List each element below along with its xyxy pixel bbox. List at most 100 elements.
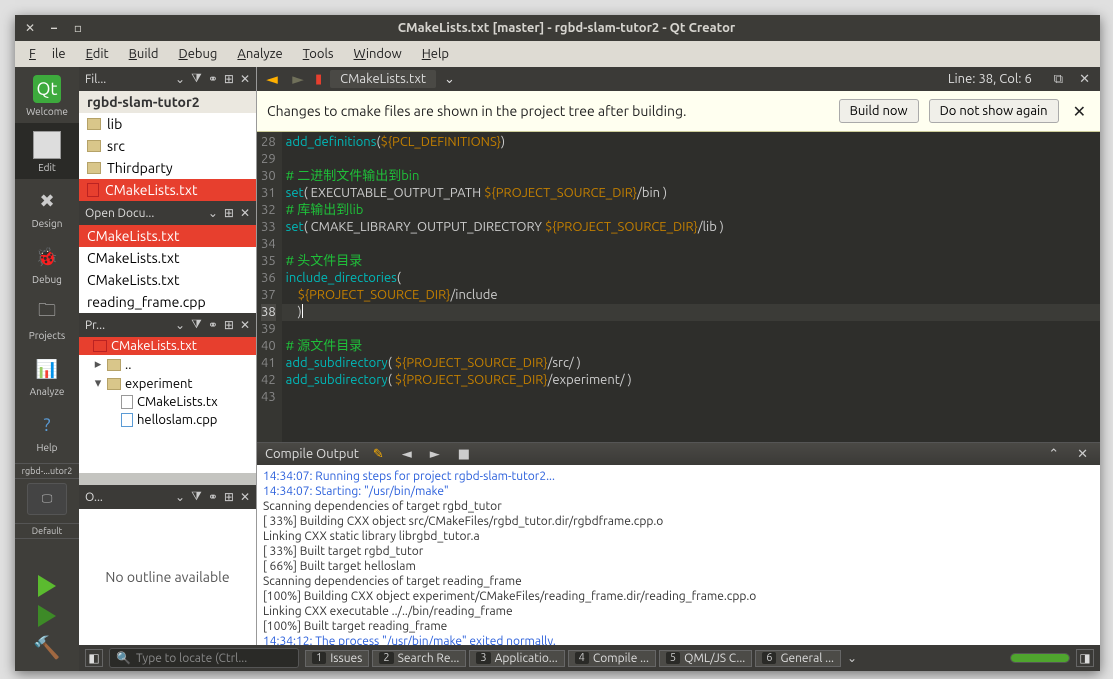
close-icon[interactable]: ✕ [240, 72, 250, 86]
proj-up[interactable]: ▸.. [79, 355, 256, 374]
kit-selector[interactable]: 🖵 [27, 483, 67, 515]
proj-cmakelists[interactable]: CMakeLists.tx [79, 393, 256, 411]
cmake-icon [93, 340, 107, 352]
collapse-icon[interactable]: ▾ [93, 376, 103, 391]
mode-debug[interactable]: 🐞Debug [15, 235, 79, 291]
projects-header: Pr... ⌄ ⧩ ⚭ ⊞ ✕ [79, 313, 256, 337]
debug-run-button[interactable] [38, 605, 56, 627]
chevron-down-icon[interactable]: ⌄ [444, 72, 455, 87]
output-tab-4[interactable]: 4Compile ... [568, 650, 656, 667]
hide-info-button[interactable]: Do not show again [929, 99, 1059, 123]
build-now-button[interactable]: Build now [839, 99, 919, 123]
link-icon[interactable]: ⚭ [208, 318, 218, 332]
close-icon[interactable]: ✕ [240, 318, 250, 332]
compile-output[interactable]: 14:34:07: Running steps for project rgbd… [257, 465, 1100, 645]
maximize-icon[interactable]: ▫ [71, 21, 85, 35]
chevron-down-icon[interactable]: ⌄ [175, 318, 185, 332]
filter-icon[interactable]: ⧩ [191, 72, 202, 86]
output-tab-1[interactable]: 1Issues [305, 650, 369, 667]
bottom-bar: ◧ 🔍 Type to locate (Ctrl... 1Issues2Sear… [79, 645, 1100, 671]
kit-project[interactable]: rgbd-...utor2 [15, 463, 79, 479]
mode-help[interactable]: ?Help [15, 403, 79, 459]
close-icon[interactable]: ✕ [23, 21, 37, 35]
next-icon[interactable]: ► [426, 447, 444, 462]
proj-root[interactable]: CMakeLists.txt [79, 337, 256, 355]
menu-analyze[interactable]: Analyze [229, 44, 290, 64]
close-editor-icon[interactable]: ✕ [1075, 72, 1094, 87]
close-info-icon[interactable]: ✕ [1069, 102, 1090, 121]
filter-icon[interactable]: ⧩ [191, 318, 202, 332]
file-dropdown[interactable]: CMakeLists.txt [330, 70, 436, 88]
file-cmakelists[interactable]: CMakeLists.txt [79, 179, 256, 201]
split-icon[interactable]: ⧉ [1050, 72, 1067, 87]
close-output-icon[interactable]: ✕ [1073, 447, 1092, 462]
proj-helloslam[interactable]: helloslam.cpp [79, 411, 256, 429]
menu-build[interactable]: Build [121, 44, 167, 64]
menu-file[interactable]: File [21, 44, 74, 64]
locator-input[interactable]: 🔍 Type to locate (Ctrl... [109, 648, 299, 668]
nav-fwd-icon[interactable]: ► [289, 70, 307, 88]
folder-icon [87, 118, 101, 130]
split-icon[interactable]: ⊞ [224, 490, 234, 504]
mode-analyze[interactable]: 📊Analyze [15, 347, 79, 403]
chevron-down-icon[interactable]: ⌄ [847, 651, 857, 665]
mode-projects[interactable]: 🗀Projects [15, 291, 79, 347]
build-button[interactable]: 🔨 [33, 635, 60, 661]
link-icon[interactable]: ⚭ [208, 72, 218, 86]
info-message: Changes to cmake files are shown in the … [267, 103, 829, 119]
output-tab-5[interactable]: 5QML/JS C... [659, 650, 752, 667]
prev-icon[interactable]: ◄ [398, 447, 416, 462]
nav-back-icon[interactable]: ◄ [263, 70, 281, 88]
sidebar-right-toggle-icon[interactable]: ◨ [1076, 649, 1094, 667]
chevron-down-icon[interactable]: ⌄ [175, 490, 185, 504]
scrollbar[interactable] [79, 473, 256, 485]
chevron-down-icon[interactable]: ⌄ [175, 72, 185, 86]
expand-icon[interactable]: ⌃ [1044, 447, 1063, 462]
menu-debug[interactable]: Debug [171, 44, 226, 64]
mode-welcome[interactable]: QtWelcome [15, 67, 79, 123]
close-icon[interactable]: ✕ [240, 490, 250, 504]
opendoc-item[interactable]: reading_frame.cpp [79, 291, 256, 313]
folder-src[interactable]: src [79, 135, 256, 157]
opendoc-item[interactable]: CMakeLists.txt [79, 247, 256, 269]
design-icon: ✖ [33, 187, 61, 215]
filter-icon[interactable]: ⧩ [191, 490, 202, 504]
menu-tools[interactable]: Tools [295, 44, 342, 64]
close-icon[interactable]: ✕ [240, 206, 250, 220]
link-icon[interactable]: ⚭ [208, 490, 218, 504]
mode-design[interactable]: ✖Design [15, 179, 79, 235]
output-tab-6[interactable]: 6General ... [755, 650, 841, 667]
code-lines[interactable]: add_definitions(${PCL_DEFINITIONS}) # 二进… [282, 132, 1100, 442]
output-tab-2[interactable]: 2Search Re... [372, 650, 466, 667]
proj-experiment[interactable]: ▾experiment [79, 374, 256, 393]
split-icon[interactable]: ⊞ [224, 206, 234, 220]
project-root[interactable]: rgbd-slam-tutor2 [79, 91, 256, 113]
split-icon[interactable]: ⊞ [224, 318, 234, 332]
kit-name: Default [15, 523, 79, 539]
wand-icon[interactable]: ✎ [369, 447, 388, 462]
stop-icon[interactable]: ■ [454, 447, 474, 462]
file-icon: ▮ [315, 72, 322, 87]
folder-icon [107, 359, 121, 371]
folder-lib[interactable]: lib [79, 113, 256, 135]
folder-thirdparty[interactable]: Thirdparty [79, 157, 256, 179]
document-icon [121, 395, 133, 409]
menu-window[interactable]: Window [346, 44, 410, 64]
folder-icon [87, 162, 101, 174]
sidebar-toggle-icon[interactable]: ◧ [85, 649, 103, 667]
split-icon[interactable]: ⊞ [224, 72, 234, 86]
output-tab-3[interactable]: 3Applicatio... [469, 650, 564, 667]
run-button[interactable] [38, 575, 56, 597]
menu-edit[interactable]: Edit [78, 44, 117, 64]
opendoc-item[interactable]: CMakeLists.txt [79, 269, 256, 291]
output-pane: Compile Output ✎ ◄ ► ■ ⌃ ✕ 14:34:07: Run… [257, 442, 1100, 645]
editor-toolbar: ◄ ► ▮ CMakeLists.txt ⌄ Line: 38, Col: 6 … [257, 67, 1100, 91]
expand-icon[interactable]: ▸ [93, 357, 103, 372]
menu-help[interactable]: Help [414, 44, 457, 64]
chevron-down-icon[interactable]: ⌄ [208, 206, 218, 220]
output-title: Compile Output [265, 447, 359, 461]
minimize-icon[interactable]: – [47, 21, 61, 35]
code-editor[interactable]: 28293031323334353637383940414243 add_def… [257, 132, 1100, 442]
mode-edit[interactable]: Edit [15, 123, 79, 179]
opendoc-item[interactable]: CMakeLists.txt [79, 225, 256, 247]
